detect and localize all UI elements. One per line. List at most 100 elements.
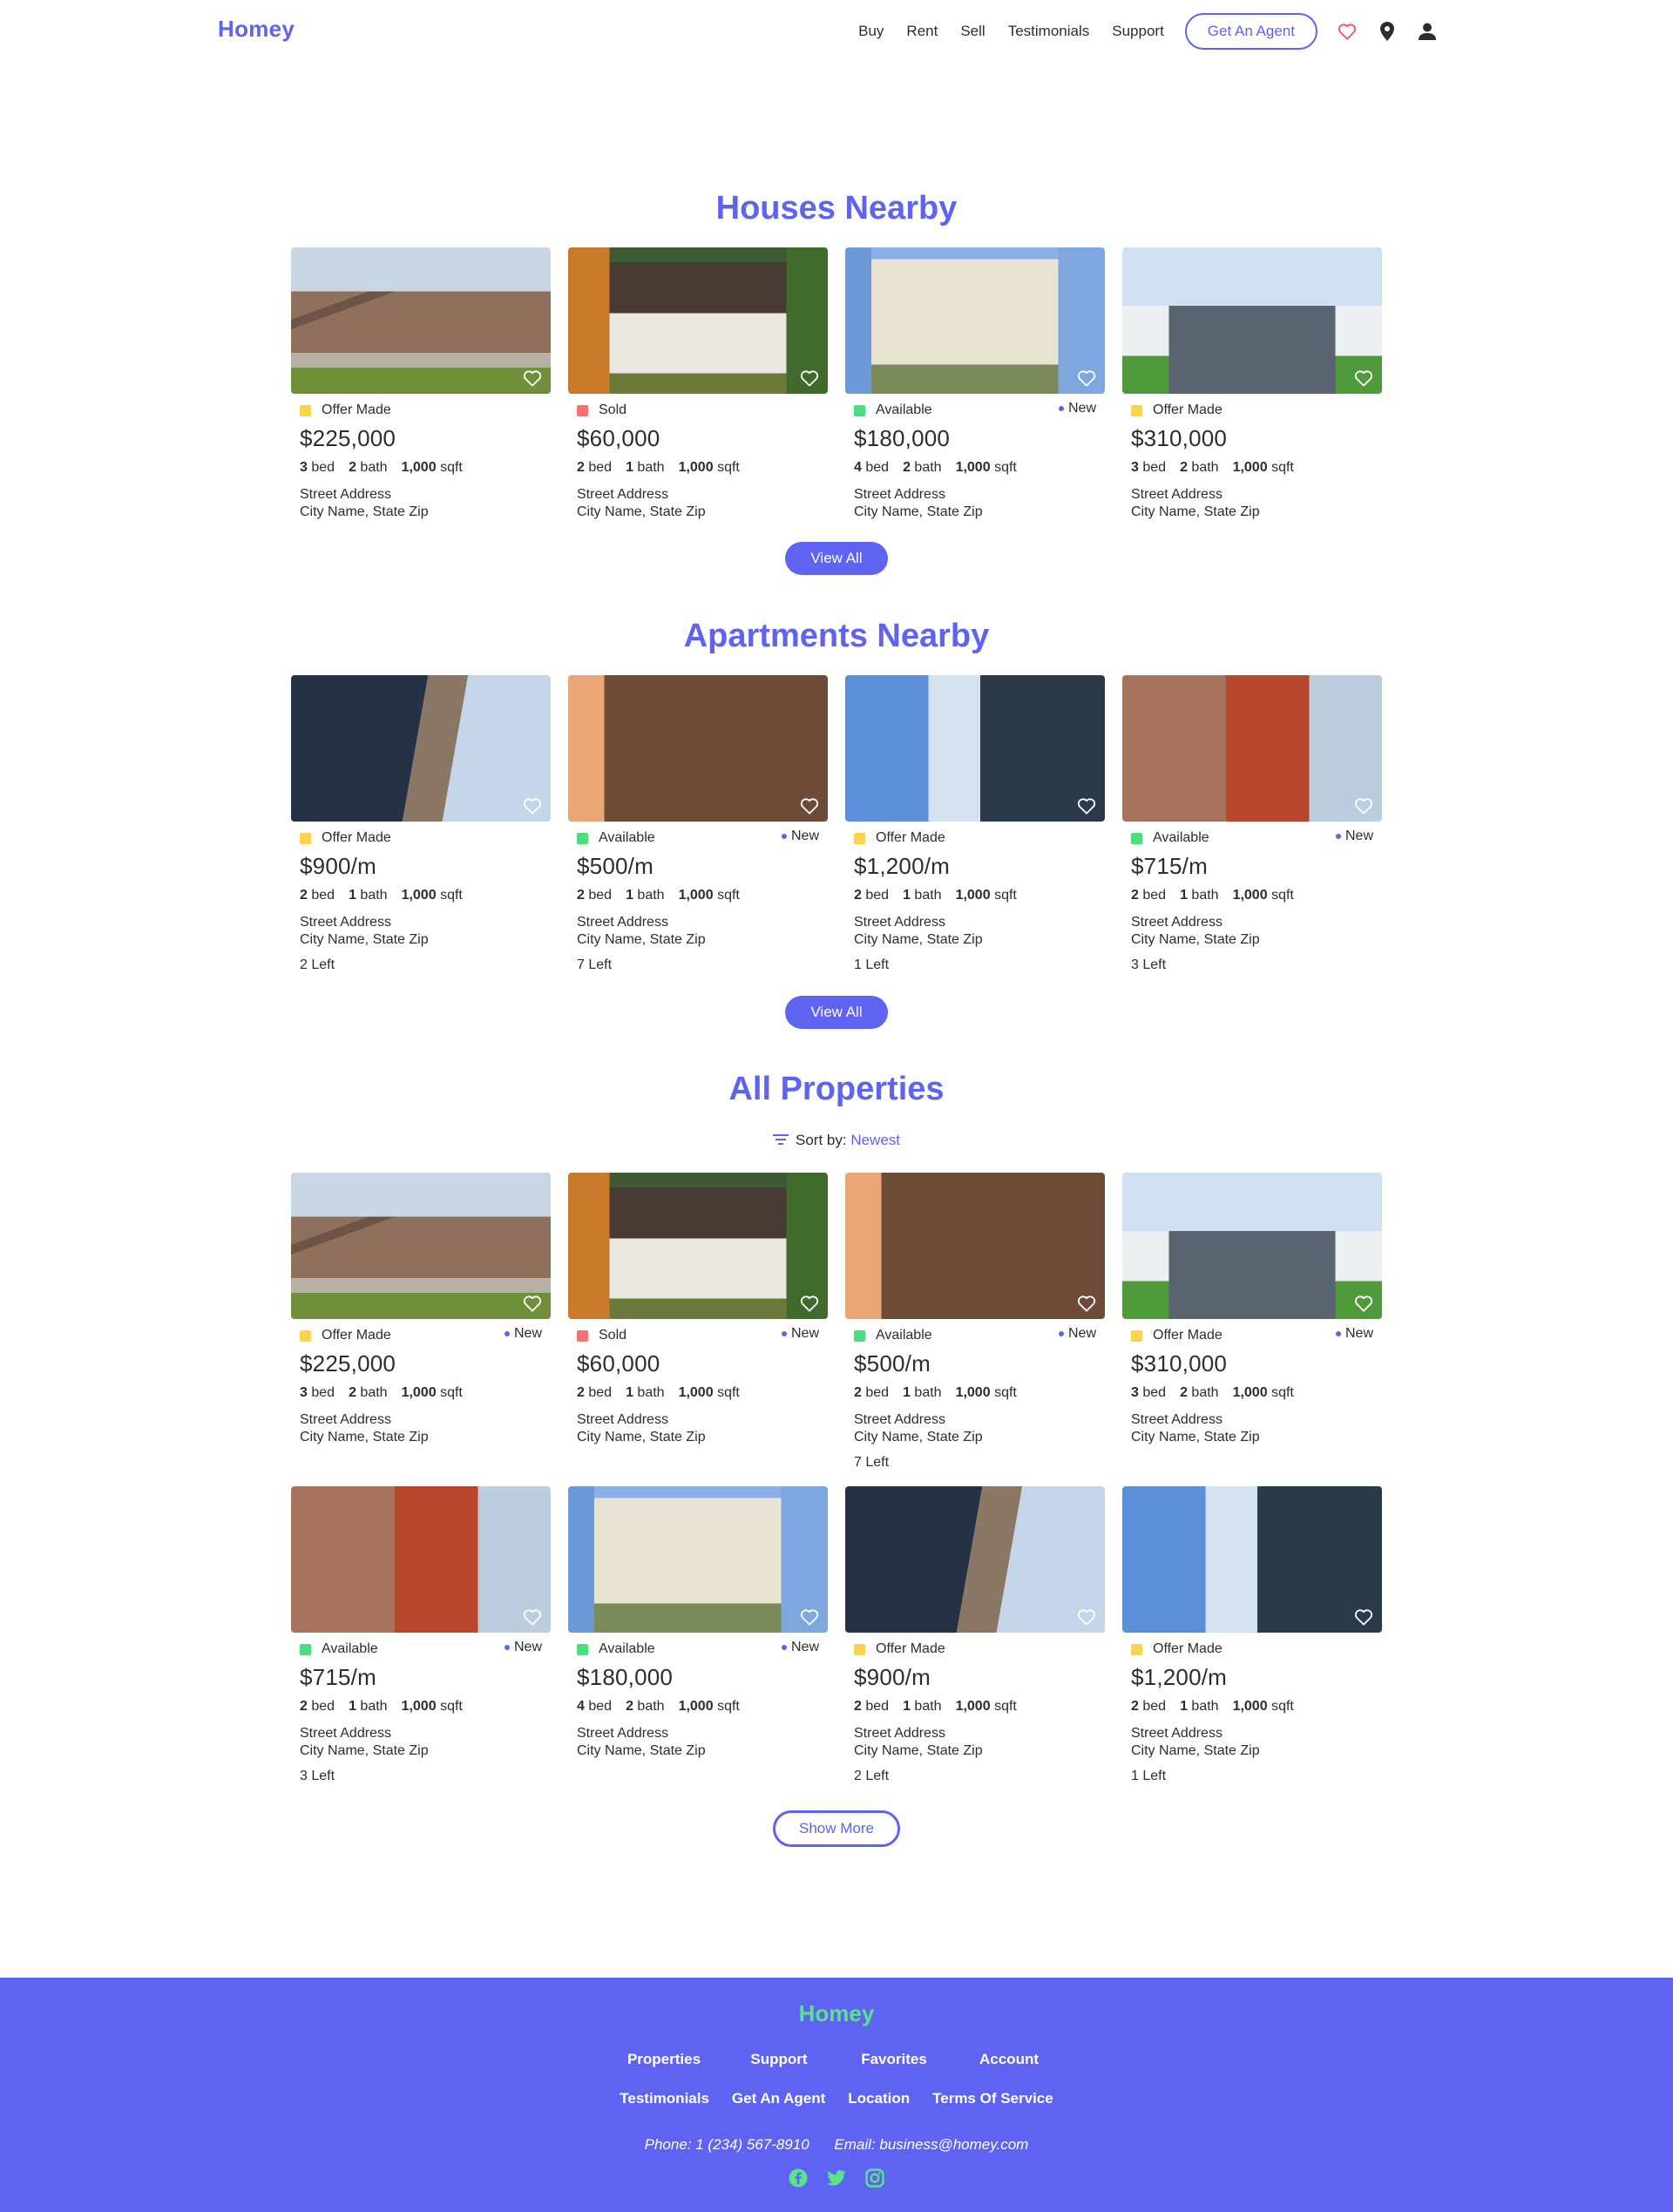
status-indicator	[577, 404, 588, 416]
property-card[interactable]: Offer Made $1,200/m 2 bed 1 bath 1,000 s…	[845, 675, 1105, 973]
property-photo[interactable]	[845, 675, 1105, 822]
favorite-heart-icon[interactable]	[523, 1608, 542, 1626]
favorite-heart-icon[interactable]	[1077, 797, 1096, 815]
twitter-icon[interactable]	[826, 2168, 847, 2188]
property-card[interactable]: Offer Made $900/m 2 bed 1 bath 1,000 sqf…	[845, 1486, 1105, 1784]
property-photo[interactable]	[291, 1173, 551, 1319]
beds-spec: 3 bed	[1131, 460, 1167, 475]
property-card[interactable]: Offer Made $225,000 3 bed 2 bath 1,000 s…	[291, 247, 551, 521]
favorite-heart-icon[interactable]	[523, 1295, 542, 1312]
show-more-button[interactable]: Show More	[773, 1810, 900, 1847]
street-address: Street Address	[1131, 1412, 1223, 1427]
favorite-heart-icon[interactable]	[1077, 1295, 1096, 1312]
property-card[interactable]: Available New $180,000 4 bed 2 bath 1,00…	[568, 1486, 828, 1784]
property-card[interactable]: Available New $500/m 2 bed 1 bath 1,000 …	[845, 1173, 1105, 1471]
street-address: Street Address	[854, 1412, 945, 1427]
footer-link-get-an-agent[interactable]: Get An Agent	[732, 2090, 825, 2107]
property-details: Offer Made New $310,000 3 bed 2 bath 1,0…	[1122, 1319, 1382, 1446]
instagram-icon[interactable]	[864, 2168, 885, 2188]
sqft-spec: 1,000 sqft	[1232, 1385, 1294, 1400]
property-address: Street Address City Name, State Zip	[577, 914, 819, 949]
footer-link-testimonials[interactable]: Testimonials	[620, 2090, 709, 2107]
property-card[interactable]: Available New $715/m 2 bed 1 bath 1,000 …	[1122, 675, 1382, 973]
favorite-heart-icon[interactable]	[1354, 1608, 1373, 1626]
favorite-heart-icon[interactable]	[1077, 369, 1096, 387]
nav-support[interactable]: Support	[1112, 23, 1164, 40]
heart-icon[interactable]	[1337, 21, 1358, 42]
property-details: Available New $715/m 2 bed 1 bath 1,000 …	[1122, 822, 1382, 973]
property-photo[interactable]	[1122, 1173, 1382, 1319]
favorite-heart-icon[interactable]	[800, 1295, 819, 1312]
location-pin-icon[interactable]	[1377, 21, 1398, 42]
property-card[interactable]: Available New $180,000 4 bed 2 bath 1,00…	[845, 247, 1105, 521]
favorite-heart-icon[interactable]	[523, 797, 542, 815]
property-details: Offer Made New $225,000 3 bed 2 bath 1,0…	[291, 1319, 551, 1446]
footer-link-favorites[interactable]: Favorites	[836, 2051, 952, 2068]
favorite-heart-icon[interactable]	[800, 369, 819, 387]
status-label: Sold	[599, 402, 627, 417]
property-photo[interactable]	[1122, 675, 1382, 822]
get-an-agent-button[interactable]: Get An Agent	[1184, 13, 1317, 50]
status-label: Available	[876, 402, 932, 417]
property-photo[interactable]	[845, 1486, 1105, 1633]
footer-logo[interactable]: Homey	[0, 2000, 1673, 2027]
baths-spec: 1 bath	[903, 1385, 942, 1400]
property-price: $900/m	[854, 1664, 931, 1690]
property-photo[interactable]	[568, 675, 828, 822]
units-left: 2 Left	[300, 957, 335, 972]
property-photo[interactable]	[1122, 1486, 1382, 1633]
nav-testimonials[interactable]: Testimonials	[1008, 23, 1090, 40]
favorite-heart-icon[interactable]	[800, 1608, 819, 1626]
favorite-heart-icon[interactable]	[800, 797, 819, 815]
user-icon[interactable]	[1417, 21, 1438, 42]
property-photo[interactable]	[845, 1173, 1105, 1319]
new-dot	[1058, 406, 1064, 411]
facebook-icon[interactable]	[788, 2168, 809, 2188]
property-photo[interactable]	[568, 247, 828, 394]
property-photo[interactable]	[291, 247, 551, 394]
nav-sell[interactable]: Sell	[960, 23, 985, 40]
footer-link-terms[interactable]: Terms Of Service	[932, 2090, 1053, 2107]
footer-link-account[interactable]: Account	[952, 2051, 1067, 2068]
property-photo[interactable]	[291, 1486, 551, 1633]
footer-link-support[interactable]: Support	[721, 2051, 836, 2068]
houses-view-all-button[interactable]: View All	[785, 542, 888, 575]
favorite-heart-icon[interactable]	[1354, 797, 1373, 815]
favorite-heart-icon[interactable]	[1354, 369, 1373, 387]
status-row: Offer Made	[300, 401, 542, 420]
nav-buy[interactable]: Buy	[858, 23, 884, 40]
property-photo[interactable]	[291, 675, 551, 822]
apartments-view-all-button[interactable]: View All	[785, 996, 888, 1029]
property-photo[interactable]	[1122, 247, 1382, 394]
site-logo[interactable]: Homey	[218, 16, 295, 43]
property-card[interactable]: Available New $500/m 2 bed 1 bath 1,000 …	[568, 675, 828, 973]
footer-link-properties[interactable]: Properties	[606, 2051, 721, 2068]
new-label: New	[1344, 829, 1373, 843]
property-card[interactable]: Offer Made New $310,000 3 bed 2 bath 1,0…	[1122, 1173, 1382, 1471]
property-photo[interactable]	[568, 1486, 828, 1633]
property-photo[interactable]	[845, 247, 1105, 394]
status-row: Available New	[854, 1326, 1096, 1345]
new-label: New	[1067, 401, 1096, 416]
property-card[interactable]: Available New $715/m 2 bed 1 bath 1,000 …	[291, 1486, 551, 1784]
status-label: Offer Made	[876, 1641, 945, 1656]
property-card[interactable]: Offer Made $1,200/m 2 bed 1 bath 1,000 s…	[1122, 1486, 1382, 1784]
property-card[interactable]: Offer Made New $225,000 3 bed 2 bath 1,0…	[291, 1173, 551, 1471]
property-card[interactable]: Sold $60,000 2 bed 1 bath 1,000 sqft Str…	[568, 247, 828, 521]
sort-control[interactable]: Sort by: Newest	[0, 1132, 1673, 1150]
property-specs: 2 bed 1 bath 1,000 sqft	[1131, 888, 1373, 907]
property-photo[interactable]	[568, 1173, 828, 1319]
property-details: Offer Made $225,000 3 bed 2 bath 1,000 s…	[291, 394, 551, 521]
favorite-heart-icon[interactable]	[523, 369, 542, 387]
city-state-zip: City Name, State Zip	[854, 932, 983, 947]
property-card[interactable]: Sold New $60,000 2 bed 1 bath 1,000 sqft…	[568, 1173, 828, 1471]
property-specs: 2 bed 1 bath 1,000 sqft	[577, 1385, 819, 1404]
favorite-heart-icon[interactable]	[1354, 1295, 1373, 1312]
sort-value[interactable]: Newest	[850, 1132, 900, 1148]
footer-link-location[interactable]: Location	[848, 2090, 910, 2107]
nav-rent[interactable]: Rent	[906, 23, 938, 40]
favorite-heart-icon[interactable]	[1077, 1608, 1096, 1626]
property-price: $225,000	[300, 1350, 396, 1377]
property-card[interactable]: Offer Made $900/m 2 bed 1 bath 1,000 sqf…	[291, 675, 551, 973]
property-card[interactable]: Offer Made $310,000 3 bed 2 bath 1,000 s…	[1122, 247, 1382, 521]
